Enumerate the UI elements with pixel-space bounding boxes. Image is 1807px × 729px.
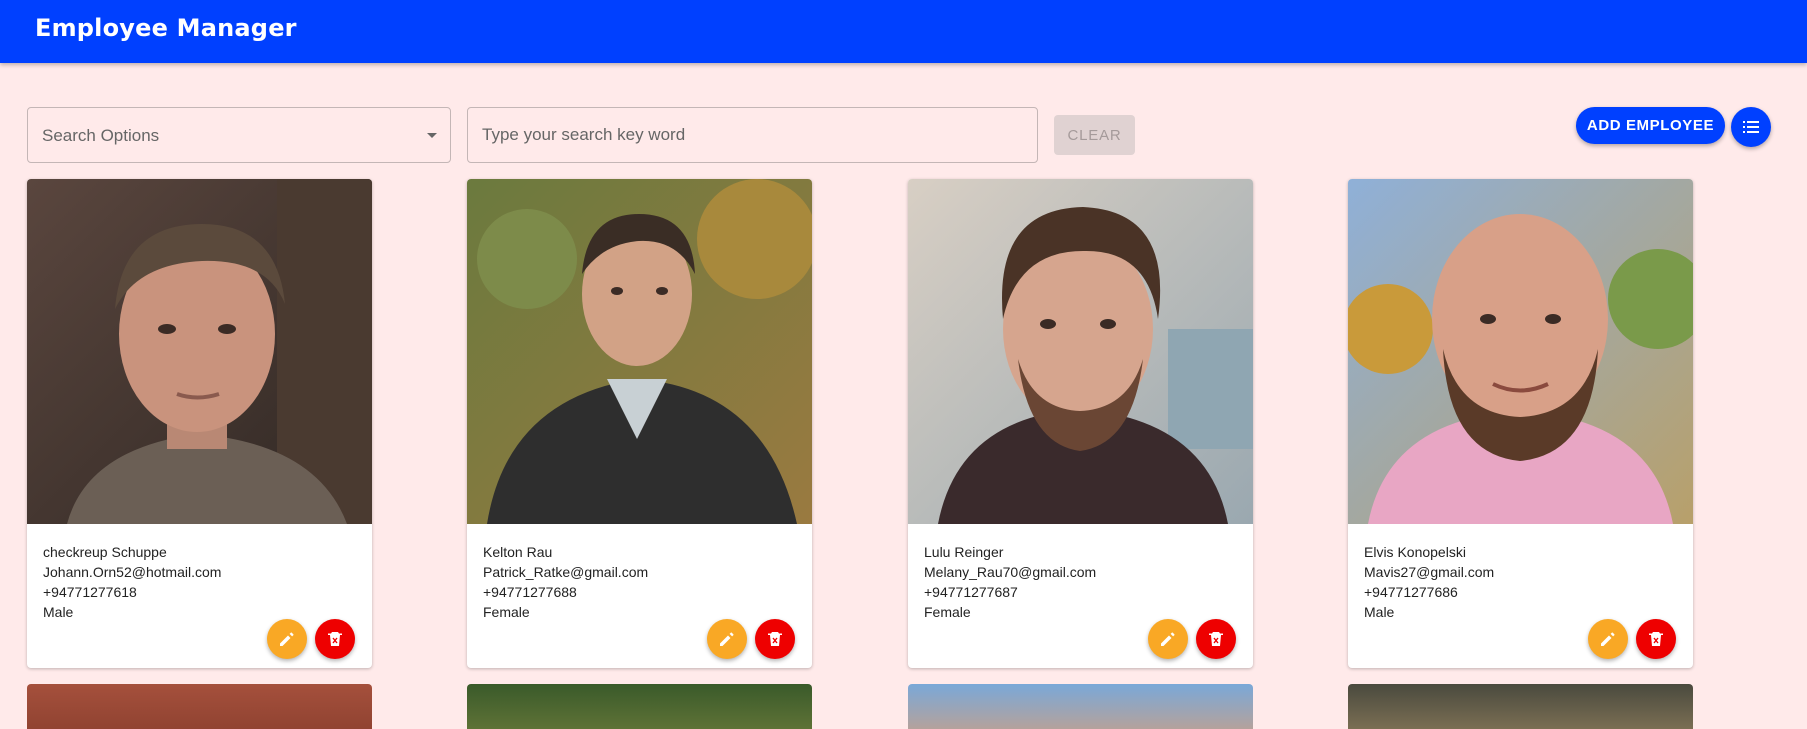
clear-button[interactable]: CLEAR bbox=[1054, 115, 1135, 155]
employee-gender: Male bbox=[1364, 604, 1395, 620]
trash-icon bbox=[1209, 632, 1223, 646]
app-bar: Employee Manager bbox=[0, 0, 1807, 63]
delete-button[interactable] bbox=[1636, 619, 1676, 659]
trash-icon bbox=[1649, 632, 1663, 646]
employee-name: Elvis Konopelski bbox=[1364, 544, 1466, 560]
pencil-icon bbox=[1161, 632, 1175, 646]
employee-email: Patrick_Ratke@gmail.com bbox=[483, 564, 649, 580]
employee-name: checkreup Schuppe bbox=[43, 544, 167, 560]
add-employee-button[interactable]: ADD EMPLOYEE bbox=[1576, 107, 1725, 144]
edit-button[interactable] bbox=[1148, 619, 1188, 659]
employee-phone: +94771277687 bbox=[924, 584, 1018, 600]
employee-card-partial bbox=[908, 684, 1253, 729]
employee-card: Kelton Rau Patrick_Ratke@gmail.com +9477… bbox=[467, 179, 812, 668]
employee-email: Mavis27@gmail.com bbox=[1364, 564, 1495, 580]
search-input[interactable] bbox=[467, 107, 1038, 163]
employee-phone: +94771277618 bbox=[43, 584, 137, 600]
app-title: Employee Manager bbox=[35, 14, 297, 42]
employee-gender: Female bbox=[483, 604, 530, 620]
edit-button[interactable] bbox=[707, 619, 747, 659]
employee-name: Kelton Rau bbox=[483, 544, 553, 560]
employee-email: Melany_Rau70@gmail.com bbox=[924, 564, 1097, 580]
employee-phone: +94771277688 bbox=[483, 584, 577, 600]
search-options-select[interactable]: Search Options bbox=[27, 107, 451, 163]
dropdown-caret-icon bbox=[427, 133, 437, 138]
employee-card-partial bbox=[1348, 684, 1693, 729]
employee-photo bbox=[27, 179, 372, 524]
delete-button[interactable] bbox=[755, 619, 795, 659]
search-options-value: Search Options bbox=[42, 126, 160, 145]
employee-gender: Female bbox=[924, 604, 971, 620]
pencil-icon bbox=[1601, 632, 1615, 646]
edit-button[interactable] bbox=[1588, 619, 1628, 659]
delete-button[interactable] bbox=[315, 619, 355, 659]
employee-name: Lulu Reinger bbox=[924, 544, 1004, 560]
employee-photo bbox=[467, 179, 812, 524]
employee-photo bbox=[908, 179, 1253, 524]
employee-email: Johann.Orn52@hotmail.com bbox=[43, 564, 222, 580]
pencil-icon bbox=[280, 632, 294, 646]
employee-card-partial bbox=[467, 684, 812, 729]
employee-gender: Male bbox=[43, 604, 74, 620]
pencil-icon bbox=[720, 632, 734, 646]
list-view-button[interactable] bbox=[1731, 107, 1771, 147]
list-icon bbox=[1743, 121, 1759, 133]
employee-phone: +94771277686 bbox=[1364, 584, 1458, 600]
employee-card: checkreup Schuppe Johann.Orn52@hotmail.c… bbox=[27, 179, 372, 668]
trash-icon bbox=[768, 632, 782, 646]
employee-card: Elvis Konopelski Mavis27@gmail.com +9477… bbox=[1348, 179, 1693, 668]
employee-photo bbox=[1348, 179, 1693, 524]
employee-card: Lulu Reinger Melany_Rau70@gmail.com +947… bbox=[908, 179, 1253, 668]
delete-button[interactable] bbox=[1196, 619, 1236, 659]
trash-icon bbox=[328, 632, 342, 646]
employee-card-partial bbox=[27, 684, 372, 729]
edit-button[interactable] bbox=[267, 619, 307, 659]
